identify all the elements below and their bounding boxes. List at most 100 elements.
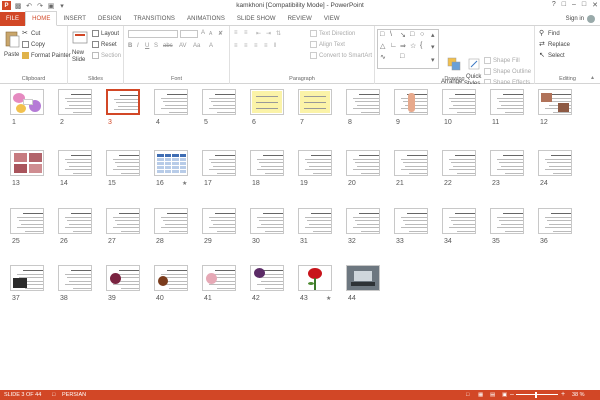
arrange-icon[interactable]	[446, 56, 462, 74]
slide-thumbnail-7[interactable]	[298, 89, 332, 115]
tab-view[interactable]: VIEW	[318, 12, 346, 26]
gallery-down-icon[interactable]: ▾	[431, 43, 435, 51]
slide-thumbnail-2[interactable]	[58, 89, 92, 115]
right-arrow-shape-icon[interactable]: ⇒	[400, 42, 406, 50]
align-left-icon[interactable]: ≡	[234, 43, 238, 49]
tab-file[interactable]: FILE	[0, 11, 26, 26]
zoom-in-icon[interactable]: +	[561, 391, 565, 398]
new-slide-label-1[interactable]: New	[72, 50, 84, 56]
bent-line-shape-icon[interactable]: ∟	[390, 42, 397, 49]
slide-thumbnail-12[interactable]	[538, 89, 572, 115]
select-button[interactable]: ↖ Select	[539, 52, 565, 59]
slide-thumbnail-35[interactable]	[490, 208, 524, 234]
curve-shape-icon[interactable]: ∿	[380, 53, 386, 61]
quick-styles-icon[interactable]	[466, 56, 482, 74]
numbering-icon[interactable]: ≡	[244, 30, 248, 36]
convert-smartart-button[interactable]: Convert to SmartArt	[310, 52, 372, 59]
slideshow-view-icon[interactable]: ▣	[502, 392, 507, 398]
slide-thumbnail-9[interactable]	[394, 89, 428, 115]
change-case-icon[interactable]: Aa	[193, 43, 200, 49]
zoom-slider-thumb[interactable]	[535, 392, 537, 398]
slide-thumbnail-23[interactable]	[490, 150, 524, 176]
find-button[interactable]: ⚲ Find	[539, 30, 560, 37]
shapes-gallery[interactable]: □ \ ↘ □ ○ △ ∟ ⇒ ☆ { ∿ □ ▴ ▾ ▾	[377, 29, 439, 69]
tab-insert[interactable]: INSERT	[57, 12, 92, 26]
shape-outline-button[interactable]: Shape Outline	[484, 68, 531, 75]
font-size-field[interactable]	[180, 30, 198, 38]
bold-icon[interactable]: B	[128, 43, 132, 49]
proofing-icon[interactable]: □	[52, 392, 55, 398]
bullets-icon[interactable]: ≡	[234, 30, 238, 36]
language-indicator[interactable]: PERSIAN	[62, 392, 86, 398]
slide-thumbnail-36[interactable]	[538, 208, 572, 234]
slide-thumbnail-33[interactable]	[394, 208, 428, 234]
decrease-indent-icon[interactable]: ⇤	[256, 30, 261, 37]
slide-thumbnail-40[interactable]	[154, 265, 188, 291]
section-button[interactable]: Section	[92, 52, 121, 59]
slide-thumbnail-38[interactable]	[58, 265, 92, 291]
slide-thumbnail-18[interactable]	[250, 150, 284, 176]
slide-thumbnail-26[interactable]	[58, 208, 92, 234]
italic-icon[interactable]: I	[137, 43, 139, 49]
format-painter-button[interactable]: Format Painter	[22, 52, 71, 59]
tab-review[interactable]: REVIEW	[282, 12, 318, 26]
tab-slide-show[interactable]: SLIDE SHOW	[231, 12, 282, 26]
minimize-icon[interactable]: –	[572, 1, 576, 9]
gallery-more-icon[interactable]: ▾	[431, 56, 435, 64]
text-direction-button[interactable]: Text Direction	[310, 30, 355, 37]
slide-thumbnail-39[interactable]	[106, 265, 140, 291]
new-slide-icon[interactable]	[72, 30, 88, 48]
slide-thumbnail-31[interactable]	[298, 208, 332, 234]
slide-thumbnail-21[interactable]	[394, 150, 428, 176]
line-spacing-icon[interactable]: ⇅	[276, 30, 281, 37]
help-icon[interactable]: ?	[552, 1, 556, 9]
ribbon-display-icon[interactable]: □	[562, 1, 566, 9]
justify-icon[interactable]: ≡	[264, 43, 268, 49]
tab-transitions[interactable]: TRANSITIONS	[128, 12, 181, 26]
tab-animations[interactable]: ANIMATIONS	[181, 12, 231, 26]
oval-shape-icon[interactable]: ○	[420, 31, 424, 38]
clear-format-icon[interactable]: ✘	[218, 30, 223, 37]
shape-fill-button[interactable]: Shape Fill	[484, 57, 520, 64]
slide-thumbnail-22[interactable]	[442, 150, 476, 176]
strikethrough-icon[interactable]: abc	[163, 43, 173, 49]
columns-icon[interactable]: ‖	[274, 43, 276, 49]
quick-styles-label-1[interactable]: Quick	[466, 74, 481, 80]
slide-thumbnail-30[interactable]	[250, 208, 284, 234]
increase-indent-icon[interactable]: ⇥	[266, 30, 271, 37]
slide-thumbnail-28[interactable]	[154, 208, 188, 234]
font-color-icon[interactable]: A	[209, 43, 213, 49]
slide-thumbnail-42[interactable]	[250, 265, 284, 291]
normal-view-icon[interactable]: □	[466, 392, 469, 398]
close-icon[interactable]: ✕	[592, 1, 598, 9]
slide-thumbnail-25[interactable]	[10, 208, 44, 234]
collapse-ribbon-icon[interactable]: ▴	[591, 74, 594, 81]
tab-design[interactable]: DESIGN	[92, 12, 128, 26]
zoom-slider[interactable]	[516, 394, 558, 395]
triangle-shape-icon[interactable]: △	[380, 42, 385, 50]
slide-thumbnail-24[interactable]	[538, 150, 572, 176]
maximize-icon[interactable]: □	[582, 1, 586, 9]
paste-button[interactable]: Paste	[4, 52, 19, 58]
slide-thumbnail-1[interactable]	[10, 89, 44, 115]
slide-thumbnail-10[interactable]	[442, 89, 476, 115]
slide-thumbnail-4[interactable]	[154, 89, 188, 115]
cut-button[interactable]: ✂ Cut	[22, 30, 40, 37]
grow-font-icon[interactable]: A	[201, 30, 205, 36]
slide-thumbnail-8[interactable]	[346, 89, 380, 115]
slide-thumbnail-19[interactable]	[298, 150, 332, 176]
reading-view-icon[interactable]: ▤	[490, 392, 495, 398]
callout-shape-icon[interactable]: □	[400, 53, 404, 60]
slide-thumbnail-43[interactable]	[298, 265, 332, 291]
shadow-icon[interactable]: S	[154, 43, 158, 49]
slide-thumbnail-41[interactable]	[202, 265, 236, 291]
slide-thumbnail-20[interactable]	[346, 150, 380, 176]
account-avatar-icon[interactable]	[587, 15, 595, 23]
layout-button[interactable]: Layout	[92, 30, 119, 37]
new-slide-label-2[interactable]: Slide	[72, 57, 85, 63]
star-shape-icon[interactable]: ☆	[410, 42, 416, 50]
slide-thumbnail-29[interactable]	[202, 208, 236, 234]
slide-thumbnail-6[interactable]	[250, 89, 284, 115]
slide-thumbnail-44[interactable]	[346, 265, 380, 291]
zoom-out-icon[interactable]: –	[510, 391, 514, 398]
